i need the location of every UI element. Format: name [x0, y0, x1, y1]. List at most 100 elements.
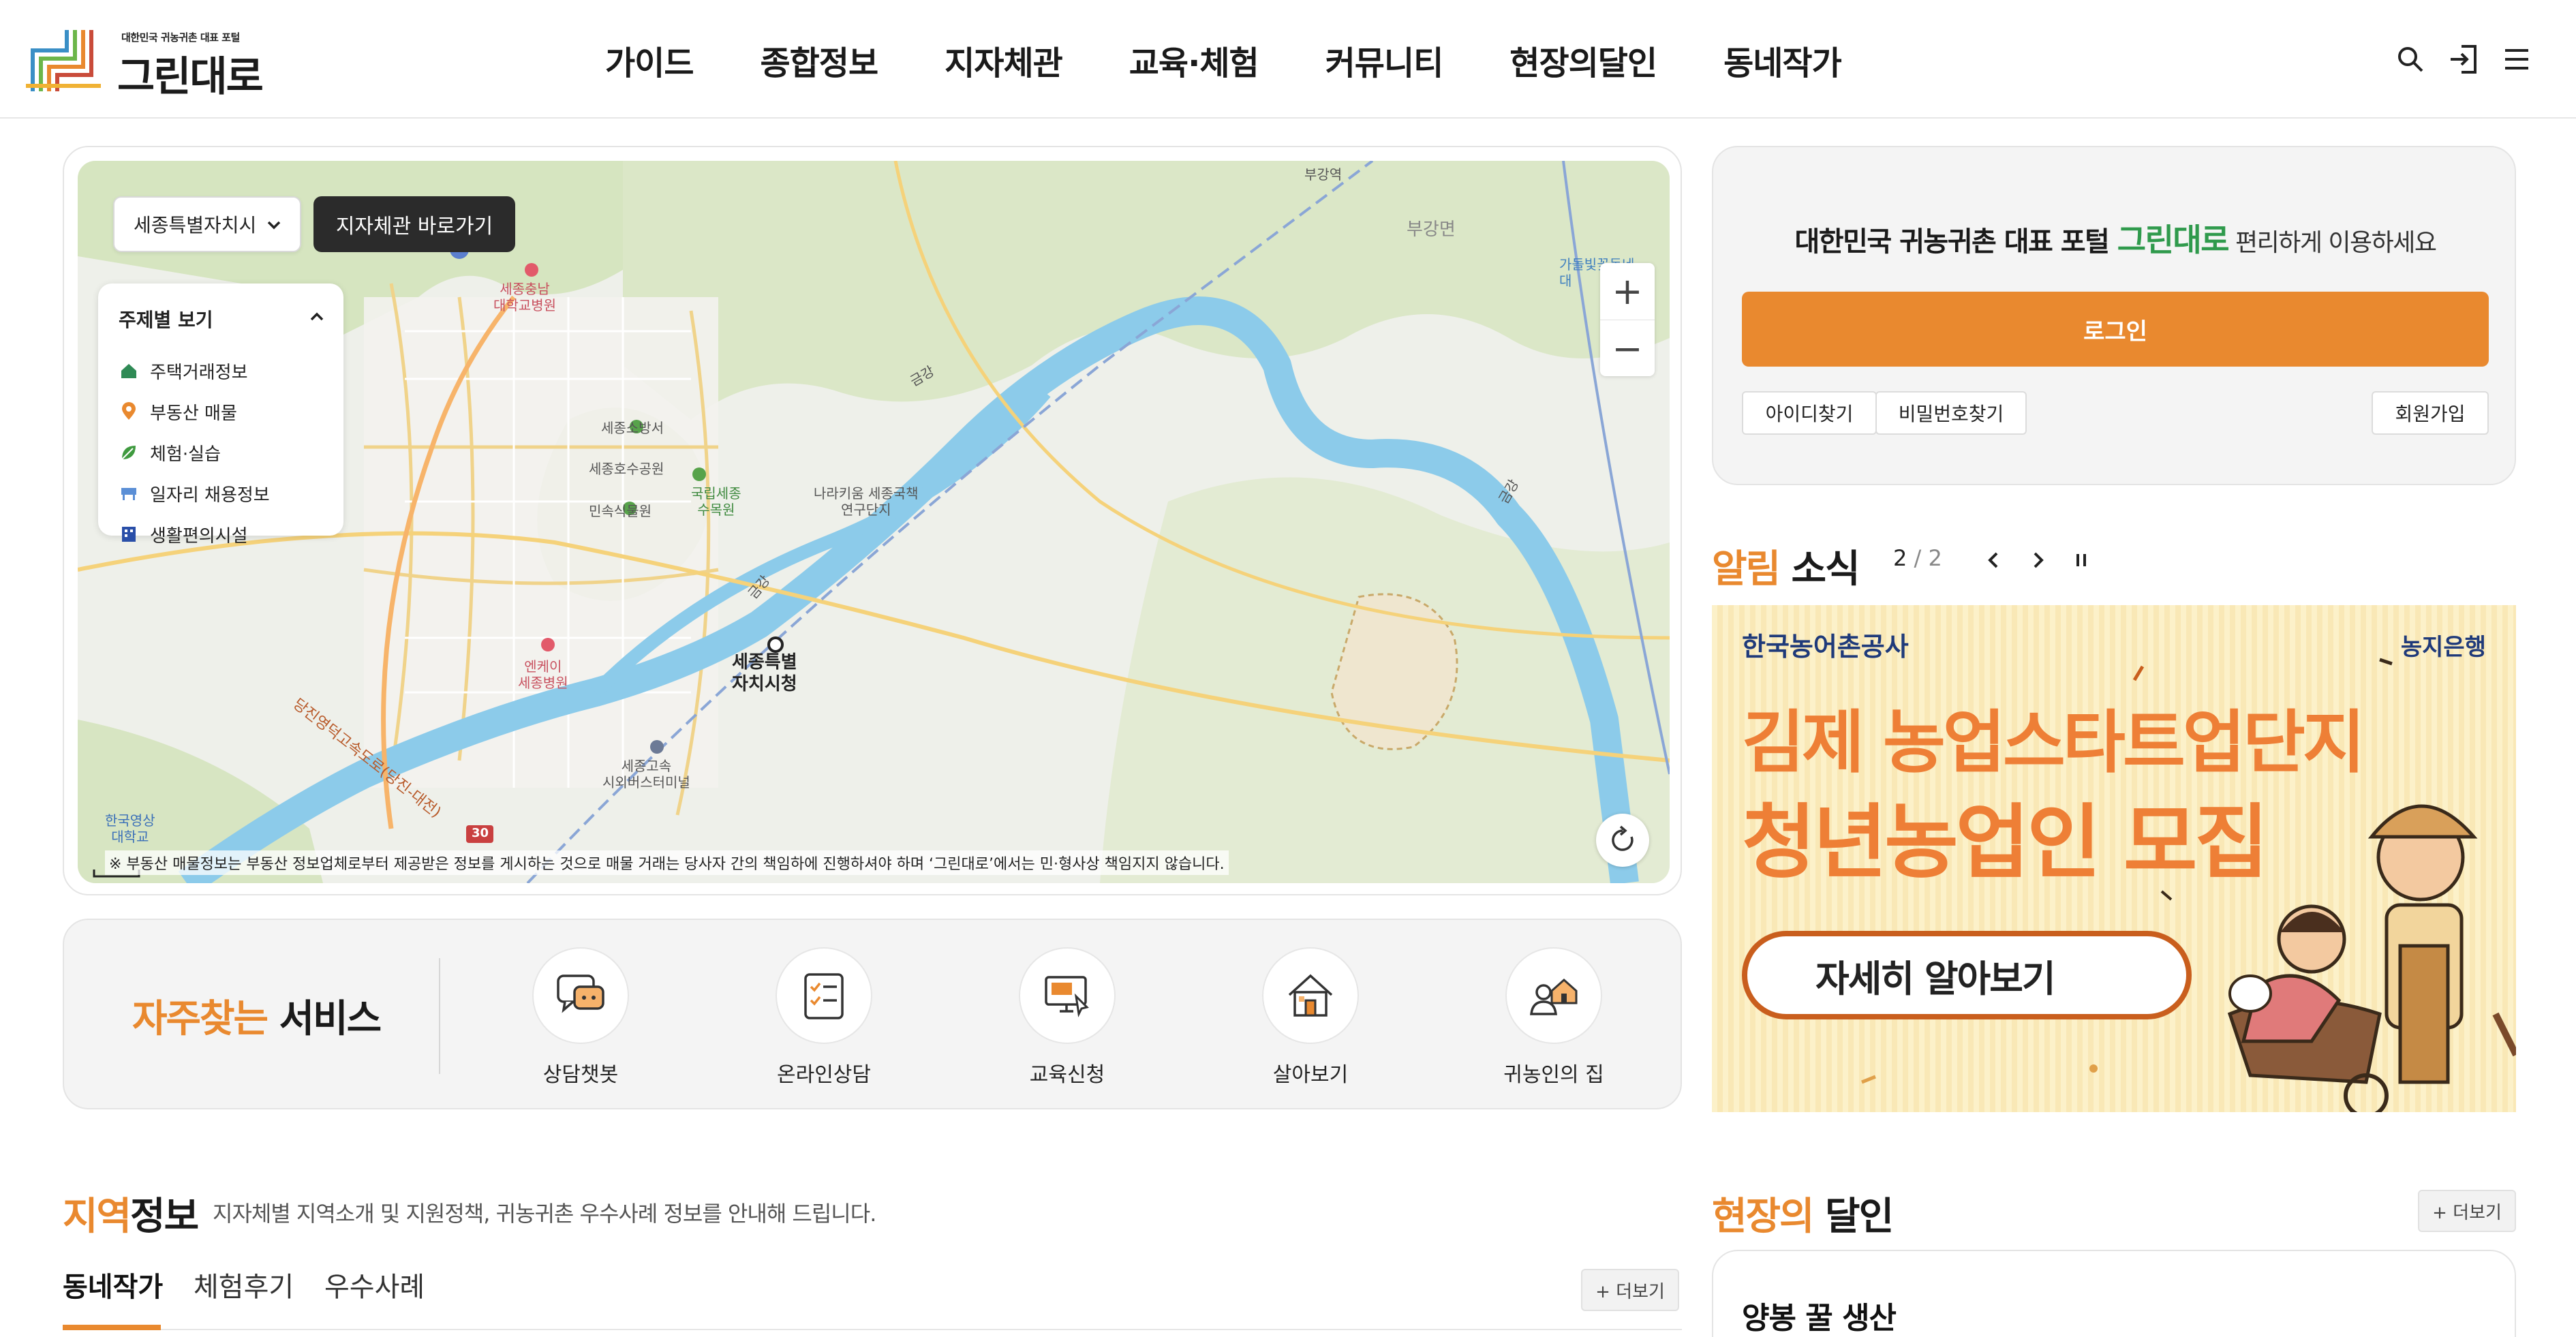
- nav-community[interactable]: 커뮤니티: [1325, 36, 1444, 84]
- region-title-accent: 지역: [63, 1195, 132, 1239]
- home-icon: [1288, 974, 1333, 1017]
- theme-item-label: 부동산 매물: [150, 403, 237, 424]
- tab-best-practice[interactable]: 우수사례: [324, 1265, 425, 1304]
- zoom-in-button[interactable]: +: [1600, 263, 1655, 320]
- map-label-folk-garden: 민속식물원: [589, 503, 651, 519]
- theme-item-jobs[interactable]: 일자리 채용정보: [119, 473, 323, 514]
- notice-section-title: 알림 소식: [1712, 538, 1860, 594]
- services-title-accent: 자주찾는: [132, 997, 269, 1041]
- service-farmer-house[interactable]: 귀농인의 집: [1479, 947, 1629, 1090]
- map-label-lake-park: 세종호수공원: [589, 461, 664, 477]
- tab-local-writer[interactable]: 동네작가: [63, 1265, 163, 1304]
- banner-cta-button[interactable]: 자세히 알아보기: [1742, 931, 2192, 1019]
- service-label: 귀농인의 집: [1503, 1063, 1604, 1087]
- tab-experience-review[interactable]: 체험후기: [194, 1265, 294, 1304]
- theme-item-label: 일자리 채용정보: [150, 485, 270, 506]
- frequent-services: 자주찾는 서비스 상담챗봇 온라인상담 교육신청 살아보기 귀농인의 집: [63, 919, 1682, 1109]
- service-icon-circle: [1262, 947, 1359, 1044]
- service-trial-living[interactable]: 살아보기: [1236, 947, 1385, 1090]
- theme-item-label: 체험·실습: [150, 444, 221, 465]
- search-button[interactable]: [2391, 40, 2430, 79]
- map-refresh-button[interactable]: [1596, 814, 1649, 867]
- map-label-bugang-myeon: 부강면: [1407, 219, 1456, 240]
- signup-button[interactable]: 회원가입: [2372, 391, 2489, 435]
- region-info-tabs: 동네작가 체험후기 우수사례 + 더보기: [63, 1259, 1682, 1330]
- login-button-header[interactable]: [2444, 40, 2483, 79]
- chevron-up-icon[interactable]: [308, 308, 326, 326]
- nav-general-info[interactable]: 종합정보: [760, 36, 878, 84]
- theme-panel-title: 주제별 보기: [119, 309, 213, 331]
- pause-icon: [2076, 554, 2086, 566]
- utility-menu: [2377, 40, 2536, 79]
- service-online-counsel[interactable]: 온라인상담: [749, 947, 899, 1090]
- site-logo[interactable]: 대한민국 귀농귀촌 대표 포털 그린대로: [26, 23, 264, 101]
- notice-prev-button[interactable]: [1979, 545, 2009, 575]
- theme-item-experience[interactable]: 체험·실습: [119, 432, 323, 473]
- services-divider: [439, 958, 440, 1074]
- find-id-button[interactable]: 아이디찾기: [1742, 391, 1877, 435]
- banner-headline-2: 청년농업인 모집: [1742, 795, 2269, 889]
- banner-headline-1: 김제 농업스타트업단지: [1742, 703, 2365, 782]
- theme-item-label: 주택거래정보: [150, 362, 248, 383]
- login-icon: [2451, 45, 2477, 74]
- farmer-house-icon: [1530, 978, 1578, 1015]
- region-more-button[interactable]: + 더보기: [1581, 1269, 1679, 1311]
- service-education-apply[interactable]: 교육신청: [992, 947, 1142, 1090]
- local-gov-go-button[interactable]: 지자체관 바로가기: [313, 196, 515, 252]
- map-disclaimer: ※ 부동산 매물정보는 부동산 정보업체로부터 제공받은 정보를 게시하는 것으…: [105, 850, 1229, 875]
- zoom-out-button[interactable]: −: [1600, 320, 1655, 376]
- theme-item-facilities[interactable]: 생활편의시설: [119, 514, 323, 555]
- zoom-control: + −: [1600, 263, 1655, 376]
- nav-local-writer[interactable]: 동네작가: [1723, 36, 1842, 84]
- service-icon-circle: [776, 947, 872, 1044]
- map-pin-icon: [119, 401, 139, 422]
- map-label-nk-hospital: 엔케이 세종병원: [518, 658, 568, 691]
- field-master-card[interactable]: 양봉 꿀 생산: [1712, 1250, 2516, 1337]
- building-icon: [119, 524, 139, 544]
- leaf-icon: [119, 442, 139, 463]
- desk-icon: [119, 483, 139, 504]
- nav-education[interactable]: 교육·체험: [1129, 36, 1259, 84]
- service-label: 상담챗봇: [542, 1063, 619, 1087]
- notice-banner[interactable]: 한국농어촌공사 농지은행 김제 농업스타트업단지 청년농업인 모집 자세히 알아…: [1712, 605, 2516, 1112]
- theme-item-housing[interactable]: 주택거래정보: [119, 350, 323, 391]
- login-msg-post: 편리하게 이용하세요: [2228, 229, 2437, 257]
- nav-field-master[interactable]: 현장의달인: [1509, 36, 1657, 84]
- theme-filter-panel: 주제별 보기 주택거래정보 부동산 매물 체험·실습 일자리 채용정보 생활편의…: [98, 283, 343, 547]
- theme-item-label: 생활편의시설: [150, 525, 248, 547]
- service-icon-circle: [532, 947, 629, 1044]
- search-icon: [2398, 47, 2423, 72]
- theme-item-real-estate[interactable]: 부동산 매물: [119, 391, 323, 432]
- login-card: 대한민국 귀농귀촌 대표 포털 그린대로 편리하게 이용하세요 로그인 아이디찾…: [1712, 146, 2516, 485]
- pager-total: 2: [1928, 545, 1942, 571]
- nav-guide[interactable]: 가이드: [605, 36, 694, 84]
- service-label: 온라인상담: [777, 1063, 871, 1087]
- menu-button[interactable]: [2497, 40, 2536, 79]
- notice-title-rest: 소식: [1779, 547, 1860, 591]
- login-button[interactable]: 로그인: [1742, 292, 2489, 367]
- logo-mark-icon: [26, 30, 101, 91]
- site-header: 대한민국 귀농귀촌 대표 포털 그린대로 가이드 종합정보 지자체관 교육·체험…: [0, 0, 2576, 119]
- chevron-right-icon: [2034, 552, 2044, 568]
- service-icon-circle: [1505, 947, 1602, 1044]
- notice-pause-button[interactable]: [2066, 545, 2096, 575]
- field-title-accent: 현장의: [1712, 1195, 1815, 1239]
- checklist-icon: [804, 973, 844, 1019]
- map-view[interactable]: 세종특별 자치시청 부강역 부강면 세종충남 대학교병원 세종소방서 세종호수공…: [78, 161, 1670, 883]
- nav-local-gov[interactable]: 지자체관: [945, 36, 1063, 84]
- map-label-route-30: 30: [472, 826, 489, 840]
- login-msg-brand: 그린대로: [2117, 221, 2230, 258]
- notice-next-button[interactable]: [2023, 545, 2053, 575]
- notice-title-accent: 알림: [1712, 547, 1781, 591]
- field-master-more-button[interactable]: + 더보기: [2418, 1190, 2516, 1232]
- region-select[interactable]: 세종특별자치시: [113, 196, 301, 252]
- service-chatbot[interactable]: 상담챗봇: [506, 947, 656, 1090]
- service-label: 교육신청: [1029, 1063, 1105, 1087]
- refresh-icon: [1612, 825, 1634, 851]
- banner-org-farmland-bank: 농지은행: [2400, 634, 2486, 661]
- map-label-bugang-station: 부강역: [1304, 166, 1343, 183]
- map-label-kcu: 한국영상 대학교: [105, 812, 155, 845]
- field-master-title: 현장의 달인: [1712, 1186, 1894, 1241]
- login-msg-pre: 대한민국 귀농귀촌 대표 포털: [1794, 226, 2117, 258]
- find-password-button[interactable]: 비밀번호찾기: [1875, 391, 2027, 435]
